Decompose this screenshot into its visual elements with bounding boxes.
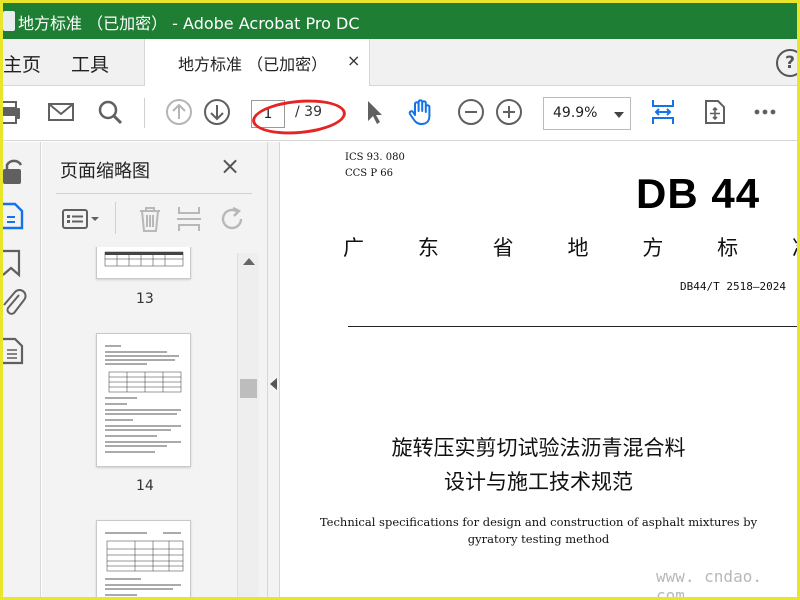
doc-ics-code: ICS 93. 080: [345, 152, 405, 163]
doc-heading-char: 省: [492, 236, 514, 260]
thumbnail-scrollbar[interactable]: [237, 253, 259, 597]
prev-page-icon[interactable]: [163, 96, 195, 128]
doc-heading-char: 标: [717, 236, 739, 260]
select-cursor-icon[interactable]: [358, 96, 390, 128]
zoom-in-icon[interactable]: [493, 96, 525, 128]
help-icon[interactable]: ?: [776, 49, 797, 77]
options-icon[interactable]: [62, 204, 102, 234]
collapse-panel-icon[interactable]: [270, 378, 277, 390]
acrobat-window: 地方标准 （已加密） - Adobe Acrobat Pro DC 主页 工具 …: [3, 3, 797, 597]
doc-english-title-line1: Technical specifications for design and …: [319, 515, 758, 529]
bookmark-icon[interactable]: [3, 248, 29, 278]
doc-divider-rule: [348, 326, 797, 327]
insert-icon[interactable]: [175, 204, 203, 234]
doc-heading-char: 东: [417, 236, 439, 260]
window-title: 地方标准 （已加密） - Adobe Acrobat Pro DC: [18, 14, 360, 33]
pages-icon[interactable]: [3, 201, 29, 231]
rotate-icon[interactable]: [219, 204, 247, 234]
acrobat-app-icon: [3, 11, 15, 31]
title-bar: 地方标准 （已加密） - Adobe Acrobat Pro DC: [3, 3, 797, 39]
mail-icon[interactable]: [45, 96, 77, 128]
panel-toolbar-divider: [115, 202, 116, 234]
more-icon[interactable]: [749, 96, 781, 128]
doc-province-heading: 广 东 省 地 方 标 准: [343, 232, 797, 262]
chevron-down-icon: [614, 112, 624, 118]
attachment-icon[interactable]: [3, 289, 29, 319]
search-icon[interactable]: [94, 96, 126, 128]
hand-tool-icon[interactable]: [405, 96, 437, 128]
doc-title-line2: 设计与施工技术规范: [444, 470, 633, 494]
document-tab[interactable]: 地方标准 （已加密） ×: [144, 39, 370, 86]
tools-link[interactable]: 工具: [71, 50, 109, 77]
toolbar-divider: [144, 98, 145, 128]
thumbnail-page-number: 14: [136, 478, 154, 494]
print-icon[interactable]: [3, 96, 27, 128]
close-tab-icon[interactable]: ×: [347, 51, 360, 70]
document-tab-label: 地方标准 （已加密）: [178, 55, 328, 74]
doc-english-title-line2: gyratory testing method: [467, 532, 610, 546]
panel-splitter[interactable]: [268, 142, 280, 597]
document-icon[interactable]: [3, 336, 29, 366]
close-panel-icon[interactable]: ×: [220, 152, 240, 180]
doc-heading-char: 广: [343, 236, 364, 260]
doc-db-logo: DB 44: [636, 170, 761, 217]
zoom-value: 49.9%: [553, 105, 598, 121]
doc-title-line1: 旋转压实剪切试验法沥青混合料: [391, 436, 686, 460]
home-link[interactable]: 主页: [3, 50, 41, 77]
page-thumbnail[interactable]: [96, 247, 191, 279]
thumbnail-list: 13 14: [42, 247, 238, 597]
zoom-select[interactable]: 49.9%: [543, 97, 631, 130]
scrollbar-thumb[interactable]: [240, 379, 257, 398]
zoom-out-icon[interactable]: [455, 96, 487, 128]
thumbnail-page-number: 13: [136, 291, 154, 307]
panel-divider: [56, 193, 252, 194]
page-thumbnail[interactable]: [96, 333, 191, 467]
scroll-up-icon[interactable]: [243, 258, 255, 265]
doc-standard-number: DB44/T 2518—2024: [680, 280, 786, 293]
tab-bar: 主页 工具 地方标准 （已加密） × ?: [3, 39, 797, 86]
page-thumbnails-panel: 页面缩略图 × 13 14: [42, 142, 268, 597]
site-watermark: www. cndao. com: [656, 567, 762, 597]
doc-ccs-code: CCS P 66: [345, 168, 393, 179]
fit-width-icon[interactable]: [647, 96, 679, 128]
doc-heading-char: 方: [642, 236, 664, 260]
scroll-mode-icon[interactable]: [699, 96, 731, 128]
lock-icon[interactable]: [3, 156, 29, 186]
delete-icon[interactable]: [136, 204, 164, 234]
toolbar: 1 / 39 49.9%: [3, 86, 797, 141]
doc-heading-char: 地: [567, 236, 589, 260]
page-thumbnail[interactable]: [96, 520, 191, 597]
doc-heading-char: 准: [792, 232, 797, 262]
document-page: ICS 93. 080 CCS P 66 DB 44 广 东 省 地 方 标 准…: [280, 142, 797, 597]
left-nav-rail: [3, 142, 41, 597]
next-page-icon[interactable]: [201, 96, 233, 128]
panel-title: 页面缩略图: [60, 161, 150, 182]
